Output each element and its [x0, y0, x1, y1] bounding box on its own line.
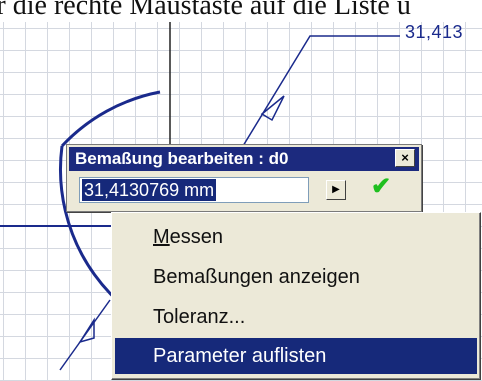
dialog-title: Bemaßung bearbeiten : d0: [69, 147, 419, 171]
edit-dimension-dialog: Bemaßung bearbeiten : d0 × 31,4130769 mm…: [66, 144, 422, 212]
checkmark-icon[interactable]: ✔: [367, 173, 395, 201]
dimension-value-text: 31,4130769 mm: [82, 179, 217, 201]
arrow-right-icon[interactable]: ▶: [326, 180, 346, 200]
context-menu: Messen Bemaßungen anzeigen Toleranz... P…: [111, 212, 481, 380]
menu-item-bemassungen-anzeigen[interactable]: Bemaßungen anzeigen: [115, 259, 477, 295]
instruction-text: er die rechte Maustaste auf die Liste u: [0, 0, 411, 21]
menu-item-toleranz[interactable]: Toleranz...: [115, 299, 477, 335]
menu-item-parameter-auflisten[interactable]: Parameter auflisten: [115, 338, 477, 374]
close-icon[interactable]: ×: [395, 149, 415, 167]
menu-item-messen[interactable]: Messen: [115, 219, 477, 255]
dimension-value-label[interactable]: 31,413: [405, 22, 463, 43]
dimension-value-input[interactable]: 31,4130769 mm: [79, 177, 309, 203]
